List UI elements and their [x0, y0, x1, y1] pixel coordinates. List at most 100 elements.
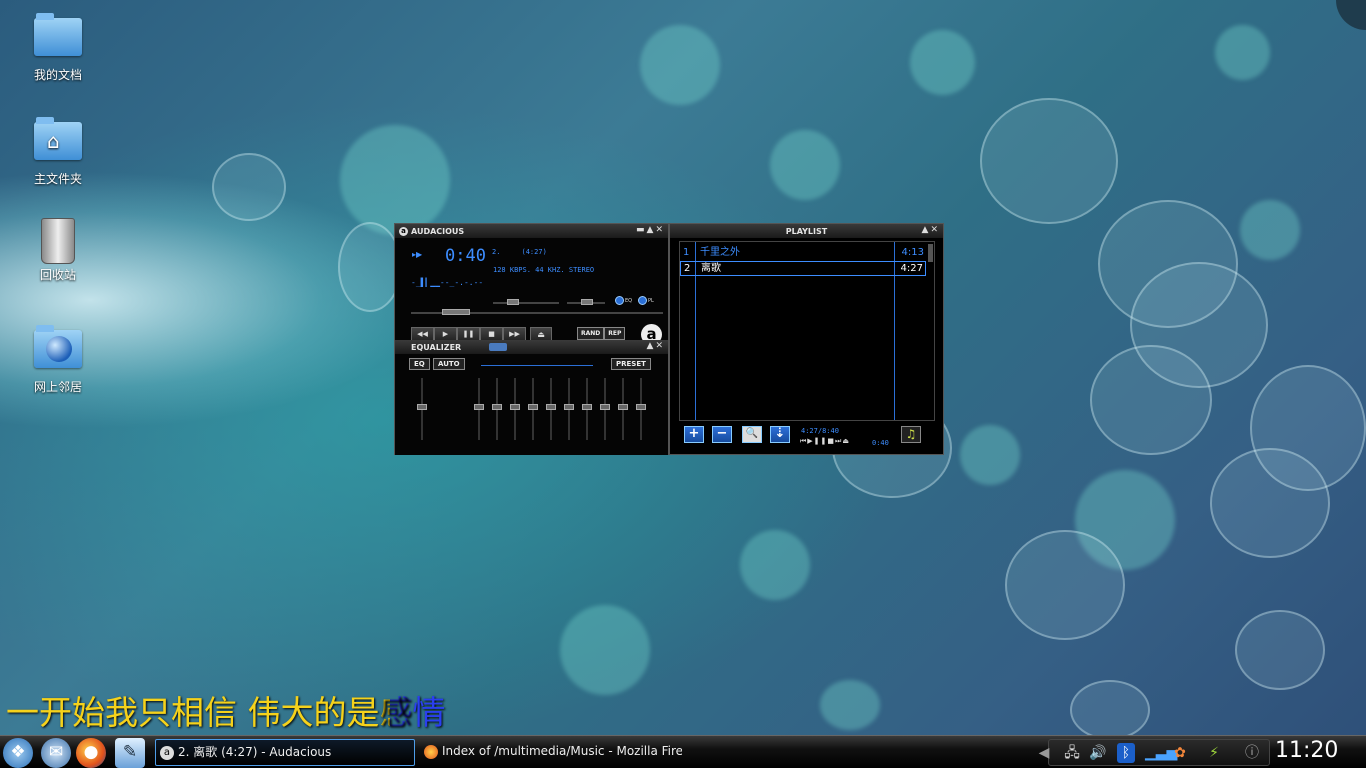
bg-bubble — [338, 222, 402, 312]
playlist-misc-button[interactable]: ⇣ — [770, 426, 790, 443]
desktop-icon-documents[interactable]: 我的文档 — [18, 13, 98, 83]
desktop-toolbox-corner[interactable] — [1336, 0, 1366, 30]
eq-auto-button[interactable]: AUTO — [433, 358, 465, 370]
task-audacious[interactable]: a 2. 离歌 (4:27) - Audacious — [155, 739, 415, 766]
playlist-select-button[interactable]: 🔍 — [742, 426, 762, 443]
network-folder-icon — [34, 325, 82, 368]
playlist-item-duration: 4:27 — [900, 263, 923, 274]
eq-band-slider[interactable] — [474, 378, 484, 440]
elapsed-time[interactable]: 0:40 — [445, 246, 486, 266]
signal-strength-icon[interactable]: ▁▃▅ — [1145, 743, 1177, 763]
kde-menu-icon[interactable]: ❖ — [3, 738, 33, 768]
volume-icon[interactable]: 🔊 — [1089, 743, 1107, 763]
desktop-icon-label: 网上邻居 — [33, 380, 82, 394]
task-label: Index of /multimedia/Music - Mozilla Fir… — [442, 744, 682, 758]
volume-slider[interactable] — [493, 302, 559, 304]
playlist-mini-transport[interactable]: ⏮▶❚❚■⏭⏏ — [800, 437, 850, 446]
app-tray-icon[interactable]: ✿ — [1171, 743, 1189, 763]
network-icon[interactable]: 🖧 — [1063, 743, 1081, 763]
playlist-list[interactable]: 1 千里之外 4:13 2 离歌 4:27 — [679, 241, 935, 421]
audacious-titlebar[interactable]: a AUDACIOUS ▬▲✕ — [395, 224, 668, 238]
battery-power-icon[interactable]: ⚡ — [1205, 743, 1223, 763]
playlist-remove-button[interactable]: − — [712, 426, 732, 443]
audacious-window: a AUDACIOUS ▬▲✕ ▸▶ 0:40 2. (4:27) 128 KB… — [394, 223, 669, 455]
bg-bubble — [770, 130, 840, 200]
bg-bubble — [740, 530, 810, 600]
kwrite-icon[interactable]: ✎ — [115, 738, 145, 768]
eq-band-slider[interactable] — [546, 378, 556, 440]
desktop-icon-home[interactable]: ⌂ 主文件夹 — [18, 117, 98, 187]
folder-icon — [34, 13, 82, 56]
tray-collapse-arrow-icon[interactable]: ◀ — [1035, 743, 1053, 763]
eq-on-button[interactable]: EQ — [409, 358, 430, 370]
playlist-item-title: 离歌 — [701, 263, 721, 274]
audacious-main-panel: ▸▶ 0:40 2. (4:27) 128 KBPS. 44 KHZ. STER… — [395, 238, 668, 345]
window-controls[interactable]: ▬▲✕ — [636, 225, 665, 235]
playlist-titlebar[interactable]: PLAYLIST ▲✕ — [670, 224, 943, 238]
bg-bubble — [980, 98, 1118, 224]
equalizer-titlebar[interactable]: EQUALIZER ▲✕ — [395, 340, 668, 354]
play-status-icon: ▸▶ — [412, 250, 423, 259]
notifications-info-icon[interactable]: ⓘ — [1243, 743, 1261, 763]
bg-bubble — [1235, 610, 1325, 690]
bg-bubble — [1070, 680, 1150, 740]
lyric-partial: 感 — [379, 693, 413, 732]
bg-bubble — [340, 125, 450, 235]
eq-shade-icon — [489, 343, 508, 351]
playlist-add-button[interactable]: + — [684, 426, 704, 443]
eq-band-slider[interactable] — [510, 378, 520, 440]
audacious-task-icon: a — [160, 745, 174, 760]
eq-toggle[interactable]: EQ — [615, 296, 632, 305]
trash-icon — [41, 218, 75, 264]
track-title-scroll: 2. (4:27) — [492, 248, 547, 256]
spectrum-visualizer[interactable]: -_▌▎▁▁--_-.-.-- — [411, 278, 487, 292]
eq-band-slider[interactable] — [528, 378, 538, 440]
playlist-elapsed-time: 0:40 — [872, 439, 889, 447]
bg-bubble — [910, 30, 975, 95]
bluetooth-icon[interactable]: ᛒ — [1117, 743, 1135, 763]
firefox-task-icon — [424, 744, 438, 759]
pl-toggle[interactable]: PL — [638, 296, 654, 305]
eq-curve-graph — [481, 365, 593, 366]
playlist-window-controls[interactable]: ▲✕ — [922, 225, 940, 235]
home-folder-icon: ⌂ — [34, 117, 82, 160]
eq-band-slider[interactable] — [492, 378, 502, 440]
eq-toggle-label: EQ — [625, 297, 633, 304]
playlist-window: PLAYLIST ▲✕ 1 千里之外 4:13 2 离歌 4:27 + − 🔍 … — [669, 223, 944, 455]
desktop-icon-trash[interactable]: 回收站 — [18, 218, 98, 283]
repeat-button[interactable]: REP — [604, 327, 626, 340]
volume-thumb[interactable] — [507, 299, 519, 305]
eq-band-slider[interactable] — [582, 378, 592, 440]
playlist-total-time: 4:27/8:40 — [801, 427, 839, 435]
eq-band-slider[interactable] — [600, 378, 610, 440]
playlist-scrollbar[interactable] — [928, 244, 933, 262]
eq-band-slider[interactable] — [564, 378, 574, 440]
eq-band-slider[interactable] — [618, 378, 628, 440]
playlist-item[interactable]: 1 千里之外 4:13 — [680, 246, 926, 261]
playlist-item-number: 2 — [684, 263, 691, 274]
panel-toolbox-icon[interactable] — [1348, 738, 1366, 768]
music-note-icon[interactable]: ♫ — [901, 426, 921, 443]
shuffle-button[interactable]: RAND — [577, 327, 605, 340]
seek-thumb[interactable] — [442, 309, 470, 315]
clock[interactable]: 11:20 — [1275, 738, 1338, 763]
eq-preamp-slider[interactable] — [417, 378, 427, 440]
bg-bubble — [560, 605, 650, 695]
equalizer-panel: EQ AUTO PRESET — [395, 354, 668, 455]
playlist-title: PLAYLIST — [785, 226, 828, 236]
playlist-item-selected[interactable]: 2 离歌 4:27 — [680, 261, 926, 276]
task-firefox[interactable]: Index of /multimedia/Music - Mozilla Fir… — [420, 739, 682, 766]
firefox-icon[interactable]: ● — [76, 738, 106, 768]
eq-window-controls[interactable]: ▲✕ — [647, 341, 665, 351]
eq-preset-button[interactable]: PRESET — [611, 358, 651, 370]
system-tray: ◀ 🖧 🔊 ᛒ ▁▃▅ ✿ ⚡ ⓘ — [1039, 739, 1270, 766]
bg-bubble — [640, 25, 720, 105]
bg-bubble — [820, 680, 880, 730]
desktop-icon-network[interactable]: 网上邻居 — [18, 325, 98, 395]
eq-band-slider[interactable] — [636, 378, 646, 440]
rand-rep-group: RAND REP — [577, 327, 626, 340]
equalizer-title: EQUALIZER — [411, 342, 462, 352]
lyric-sung: 一开始我只相信 伟大的是 — [6, 693, 380, 732]
balance-thumb[interactable] — [581, 299, 593, 305]
thunderbird-icon[interactable]: ✉ — [41, 738, 71, 768]
